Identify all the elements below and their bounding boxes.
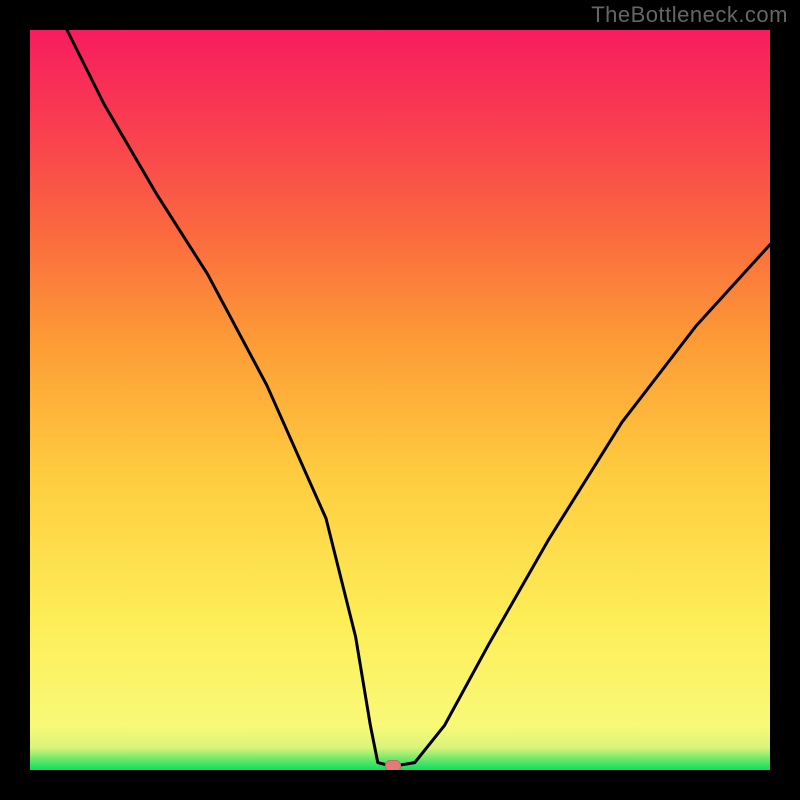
watermark-text: TheBottleneck.com: [591, 2, 788, 28]
chart-frame: TheBottleneck.com: [0, 0, 800, 800]
plot-area: [30, 30, 770, 770]
minimum-marker: [385, 760, 401, 770]
bottleneck-curve: [30, 30, 770, 770]
